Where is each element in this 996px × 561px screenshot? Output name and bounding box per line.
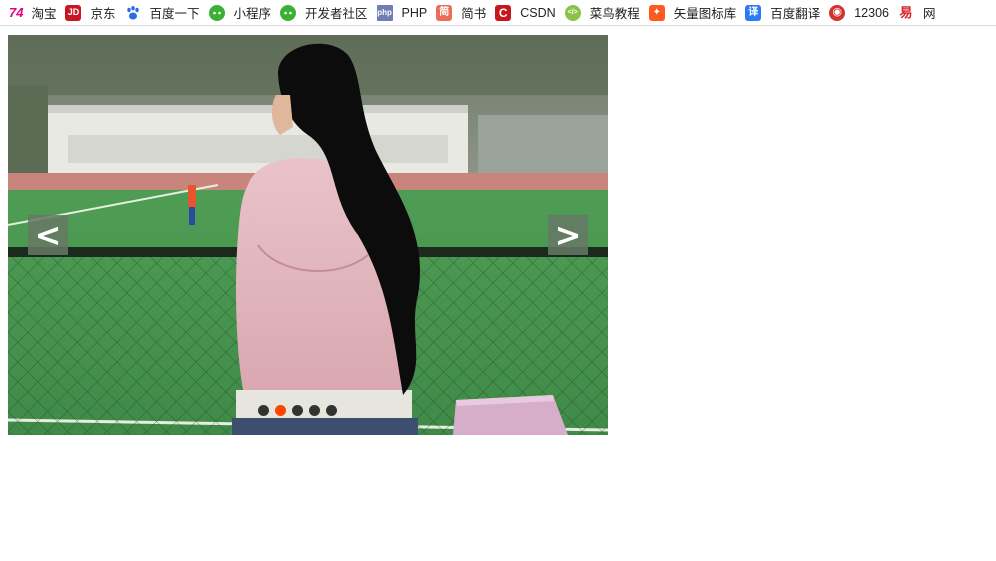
carousel-dot[interactable] xyxy=(326,405,337,416)
csdn-icon: C xyxy=(495,4,512,21)
bookmark-label: 菜鸟教程 xyxy=(589,7,640,21)
bookmark-miniprogram[interactable]: 小程序 xyxy=(208,0,272,25)
baidu-paw-icon xyxy=(125,5,141,21)
bookmark-label: 小程序 xyxy=(233,7,272,21)
jianshu-icon: 简 xyxy=(436,4,453,21)
wechat-icon xyxy=(208,4,225,21)
bookmark-label: 开发者社区 xyxy=(305,7,368,21)
bookmark-csdn[interactable]: C CSDN xyxy=(495,0,556,25)
bookmark-iconfont[interactable]: ✦ 矢量图标库 xyxy=(648,0,737,25)
wechat-icon xyxy=(280,4,297,21)
bookmark-label: 网 xyxy=(923,7,936,21)
bookmark-php[interactable]: php PHP xyxy=(376,0,428,25)
taobao-icon: 74 xyxy=(9,5,24,20)
bookmark-label: 矢量图标库 xyxy=(673,7,737,21)
image-carousel: < > xyxy=(8,35,608,435)
railway-icon: ◉ xyxy=(829,4,846,21)
bookmark-label: 12306 xyxy=(854,5,889,20)
bookmark-label: 百度一下 xyxy=(149,7,200,21)
bookmark-jianshu[interactable]: 简 简书 xyxy=(436,0,486,25)
bookmark-label: PHP xyxy=(401,5,428,20)
carousel-dot[interactable] xyxy=(258,405,269,416)
bookmark-label: 百度翻译 xyxy=(770,7,821,21)
carousel-dot-active[interactable] xyxy=(275,405,286,416)
runoob-icon: </> xyxy=(564,4,581,21)
php-icon: php xyxy=(376,4,393,21)
bookmark-baidu-translate[interactable]: 译 百度翻译 xyxy=(745,0,820,25)
bookmark-label: 京东 xyxy=(90,7,116,21)
bookmark-netease[interactable]: 易 网 xyxy=(898,0,936,25)
carousel-indicators xyxy=(258,405,337,416)
translate-icon: 译 xyxy=(745,4,762,21)
carousel-prev-button[interactable]: < xyxy=(28,215,68,255)
bookmark-baidu[interactable]: 百度一下 xyxy=(125,0,200,25)
carousel-slide-photo xyxy=(8,35,608,435)
bookmark-jd[interactable]: JD 京东 xyxy=(65,0,116,25)
bookmark-label: CSDN xyxy=(520,5,556,20)
bookmarks-bar: 74 淘宝 JD 京东 百度一下 小程序 开发者社区 php PHP 简 简书 … xyxy=(0,0,996,26)
bookmark-runoob[interactable]: </> 菜鸟教程 xyxy=(564,0,640,25)
carousel-dot[interactable] xyxy=(292,405,303,416)
yi-icon: 易 xyxy=(899,5,913,20)
iconfont-icon: ✦ xyxy=(648,4,665,21)
bookmark-dev-community[interactable]: 开发者社区 xyxy=(280,0,368,25)
bookmark-label: 淘宝 xyxy=(31,7,57,21)
bookmark-12306[interactable]: ◉ 12306 xyxy=(829,0,889,25)
bookmark-taobao[interactable]: 74 淘宝 xyxy=(9,0,56,25)
carousel-next-button[interactable]: > xyxy=(548,215,588,255)
bookmark-label: 简书 xyxy=(461,7,487,21)
jd-icon: JD xyxy=(65,4,82,21)
carousel-dot[interactable] xyxy=(309,405,320,416)
